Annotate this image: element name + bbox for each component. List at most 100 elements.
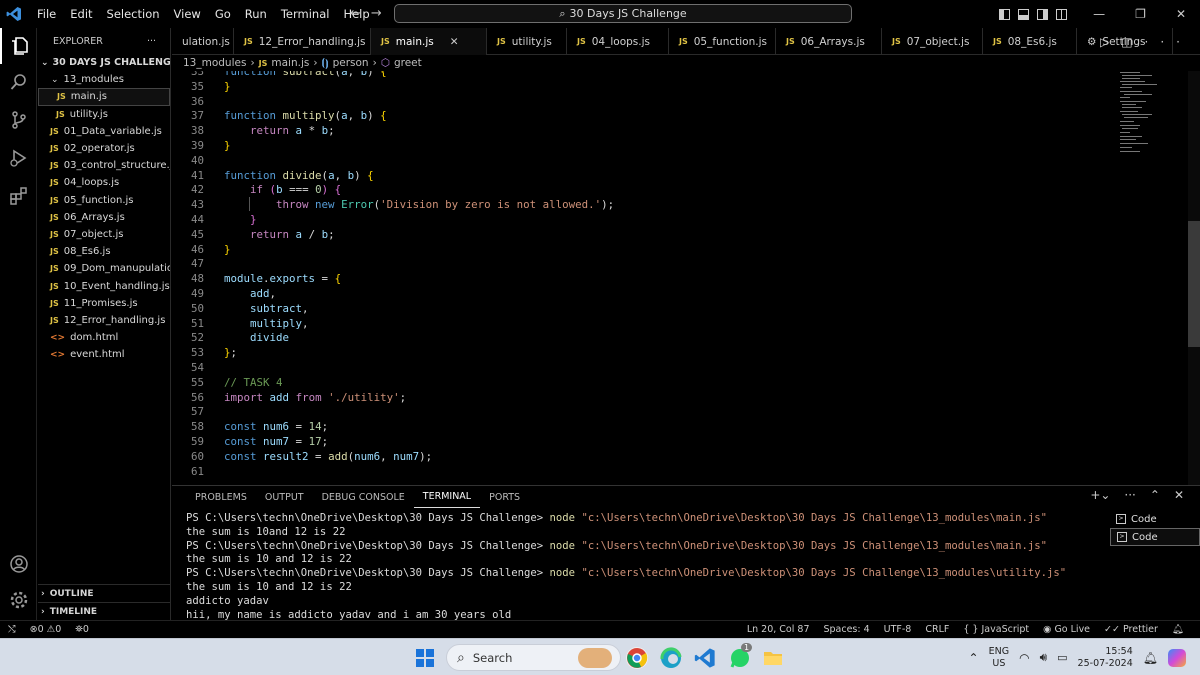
code-line[interactable]: 60 const result2 = add(num6, num7);: [172, 450, 1112, 465]
cursor-position[interactable]: Ln 20, Col 87: [747, 624, 810, 635]
back-arrow-icon[interactable]: ←: [350, 6, 371, 21]
more-actions-icon[interactable]: ···: [147, 36, 156, 47]
code-line[interactable]: 39}: [172, 139, 1112, 154]
menu-item-edit[interactable]: Edit: [63, 7, 99, 21]
minimize-button[interactable]: —: [1093, 7, 1105, 21]
clock[interactable]: 15:54 25-07-2024: [1078, 646, 1133, 670]
file-item[interactable]: JS 02_operator.js: [38, 140, 170, 157]
explorer-icon[interactable]: [0, 28, 37, 64]
code-line[interactable]: 61: [172, 465, 1112, 480]
battery-icon[interactable]: ▭: [1057, 651, 1067, 664]
tab-05_function-js[interactable]: JS 05_function.js: [669, 28, 776, 55]
code-line[interactable]: 36: [172, 95, 1112, 110]
close-panel-icon[interactable]: ✕: [1174, 488, 1184, 502]
encoding[interactable]: UTF-8: [884, 624, 912, 635]
terminal-instance[interactable]: > Code: [1110, 528, 1200, 546]
menu-item-file[interactable]: File: [30, 7, 63, 21]
breadcrumb-symbol-greet[interactable]: greet: [394, 57, 422, 69]
language-mode[interactable]: { } JavaScript: [963, 624, 1029, 635]
file-item[interactable]: JS 01_Data_variable.js: [38, 123, 170, 140]
whatsapp-icon[interactable]: 1: [729, 643, 753, 669]
maximize-panel-icon[interactable]: ⌃: [1150, 488, 1160, 502]
tab-12_error_handling-js[interactable]: JS 12_Error_handling.js: [234, 28, 371, 55]
code-line[interactable]: 57: [172, 405, 1112, 420]
split-editor-icon[interactable]: ◫: [1121, 35, 1144, 49]
file-item[interactable]: JS 06_Arrays.js: [38, 209, 170, 226]
more-actions-icon[interactable]: ···: [1124, 488, 1135, 502]
timeline-section[interactable]: › TIMELINE: [38, 602, 171, 620]
panel-tab-problems[interactable]: PROBLEMS: [186, 486, 256, 508]
code-line[interactable]: 58 const num6 = 14;: [172, 420, 1112, 435]
file-item[interactable]: JS 11_Promises.js: [38, 295, 170, 312]
run-debug-icon[interactable]: [0, 140, 37, 176]
command-center-search[interactable]: ⌕ 30 Days JS Challenge: [394, 4, 852, 23]
code-line[interactable]: 41 function divide(a, b) {: [172, 169, 1112, 184]
forward-arrow-icon[interactable]: →: [371, 6, 392, 21]
toggle-panel-icon[interactable]: [1018, 8, 1030, 20]
vscode-taskbar-icon[interactable]: [694, 647, 716, 669]
taskbar-search[interactable]: ⌕ Search: [446, 644, 621, 671]
code-line[interactable]: 38 return a * b;: [172, 124, 1112, 139]
notifications-icon[interactable]: 🔔︎: [1172, 624, 1184, 635]
breadcrumb-file[interactable]: main.js: [271, 57, 309, 69]
menu-item-go[interactable]: Go: [208, 7, 238, 21]
code-line[interactable]: 54: [172, 361, 1112, 376]
indentation[interactable]: Spaces: 4: [823, 624, 869, 635]
file-utility-js[interactable]: JS utility.js: [38, 106, 170, 123]
breadcrumb-symbol-person[interactable]: person: [333, 57, 369, 69]
terminal-instance[interactable]: > Code: [1110, 510, 1200, 528]
code-line[interactable]: 56 import add from './utility';: [172, 391, 1112, 406]
chevron-up-icon[interactable]: ⌃: [969, 651, 979, 665]
toggle-sidebar-icon[interactable]: [999, 8, 1011, 20]
customize-layout-icon[interactable]: [1056, 8, 1068, 20]
file-item[interactable]: JS 08_Es6.js: [38, 243, 170, 260]
code-line[interactable]: 49 add,: [172, 287, 1112, 302]
notification-bell-icon[interactable]: 🔔︎: [1143, 651, 1158, 665]
code-line[interactable]: 47: [172, 257, 1112, 272]
code-line[interactable]: 33 function subtract(a, b) {: [172, 71, 1112, 80]
code-line[interactable]: 44 }: [172, 213, 1112, 228]
tab-utility-js[interactable]: JS utility.js: [487, 28, 567, 55]
tab-main-js[interactable]: JS main.js ✕: [371, 28, 487, 55]
code-line[interactable]: 35}: [172, 80, 1112, 95]
file-item[interactable]: JS 10_Event_handling.js: [38, 277, 170, 294]
folder-13-modules[interactable]: ⌄ 13_modules: [38, 71, 170, 88]
toggle-secondary-sidebar-icon[interactable]: [1037, 8, 1049, 20]
close-window-button[interactable]: ✕: [1176, 7, 1186, 21]
volume-icon[interactable]: 🔊︎: [1040, 650, 1048, 665]
code-line[interactable]: 42 if (b === 0) {: [172, 183, 1112, 198]
menu-item-terminal[interactable]: Terminal: [274, 7, 337, 21]
line-ending[interactable]: CRLF: [925, 624, 949, 635]
file-item[interactable]: JS 03_control_structure.js: [38, 157, 170, 174]
prettier-button[interactable]: ✓✓ Prettier: [1104, 624, 1158, 635]
code-line[interactable]: 40: [172, 154, 1112, 169]
file-item[interactable]: JS 04_loops.js: [38, 174, 170, 191]
minimap[interactable]: [1118, 71, 1188, 161]
wifi-icon[interactable]: ◠: [1019, 651, 1029, 665]
code-line[interactable]: 50 subtract,: [172, 302, 1112, 317]
remote-icon[interactable]: ⤭: [8, 624, 16, 635]
file-main-js[interactable]: JS main.js: [38, 88, 170, 106]
file-explorer-icon[interactable]: [762, 647, 784, 669]
close-tab-icon[interactable]: ✕: [450, 36, 459, 48]
file-item[interactable]: <> dom.html: [38, 329, 170, 346]
code-line[interactable]: 55 // TASK 4: [172, 376, 1112, 391]
editor-scroll-thumb[interactable]: [1188, 221, 1200, 347]
run-icon[interactable]: ▷: [1100, 35, 1121, 49]
ports-status[interactable]: ⛯0: [75, 624, 89, 635]
tab-08_es6-js[interactable]: JS 08_Es6.js: [983, 28, 1077, 55]
panel-tab-debug-console[interactable]: DEBUG CONSOLE: [313, 486, 414, 508]
file-item[interactable]: JS 07_object.js: [38, 226, 170, 243]
accounts-icon[interactable]: [0, 546, 37, 582]
tab-06_arrays-js[interactable]: JS 06_Arrays.js: [776, 28, 882, 55]
panel-tab-ports[interactable]: PORTS: [480, 486, 529, 508]
panel-tab-output[interactable]: OUTPUT: [256, 486, 313, 508]
menu-item-run[interactable]: Run: [238, 7, 274, 21]
code-line[interactable]: 37 function multiply(a, b) {: [172, 109, 1112, 124]
code-line[interactable]: 45 return a / b;: [172, 228, 1112, 243]
copilot-icon[interactable]: [1168, 648, 1186, 667]
panel-tab-terminal[interactable]: TERMINAL: [413, 486, 481, 508]
menu-item-view[interactable]: View: [167, 7, 208, 21]
code-line[interactable]: 48 module.exports = {: [172, 272, 1112, 287]
code-line[interactable]: 43 throw new Error('Division by zero is …: [172, 198, 1112, 213]
